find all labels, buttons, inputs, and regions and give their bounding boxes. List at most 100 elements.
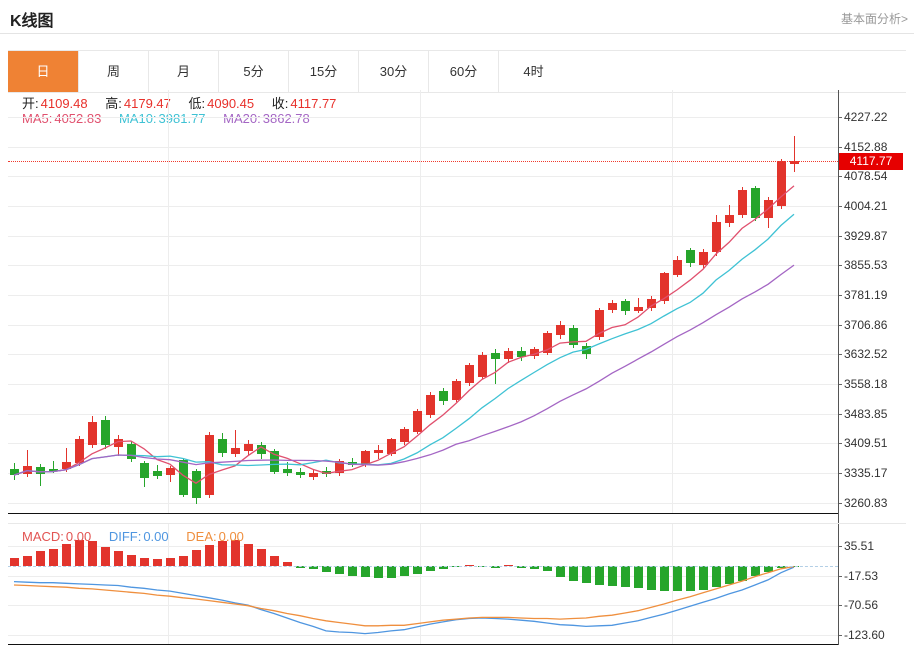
tab-15min[interactable]: 15分 [288, 51, 358, 92]
close-value: 4117.77 [290, 96, 337, 111]
macd-separator [8, 523, 906, 524]
candle-down [296, 471, 305, 476]
macd-bar-down [569, 566, 578, 581]
candle-up [75, 439, 84, 464]
macd-bar-up [62, 543, 71, 566]
macd-bar-down [413, 566, 422, 574]
page-title: K线图 [10, 13, 54, 30]
macd-bar-down [712, 566, 721, 588]
macd-bar-down [387, 566, 396, 578]
candle-up [608, 303, 617, 311]
macd-bar-down [725, 566, 734, 584]
candle-wick [794, 136, 795, 172]
main-vertical-gridline [420, 90, 421, 513]
ohlc-info-row: 开: 4109.48 高: 4179.47 低: 4090.45 收: 4117.77 [22, 93, 350, 112]
candle-up [725, 215, 734, 224]
ma5-value: 4052.83 [54, 111, 102, 126]
main-vertical-gridline [168, 90, 169, 513]
ma20-value: 3862.78 [262, 111, 310, 126]
main-y-axis-label: 3335.17 [844, 466, 888, 481]
candle-up [660, 273, 669, 301]
candle-up [114, 439, 123, 448]
tab-week[interactable]: 周 [78, 51, 148, 92]
macd-bar-down [673, 566, 682, 592]
main-y-axis-label: 4152.88 [844, 139, 888, 154]
macd-bar-up [270, 555, 279, 566]
candle-down [569, 328, 578, 345]
main-y-axis-label: 3632.52 [844, 347, 888, 362]
main-y-axis-label: 3409.51 [844, 436, 888, 451]
macd-bar-down [361, 566, 370, 578]
candle-up [426, 394, 435, 416]
candle-up [452, 381, 461, 401]
macd-y-axis-label: -17.53 [844, 568, 879, 583]
open-value: 4109.48 [40, 96, 88, 111]
macd-y-axis-label: -123.60 [844, 628, 885, 643]
ma10-label: MA10: [118, 111, 157, 126]
macd-bar-up [244, 543, 253, 566]
tab-5min[interactable]: 5分 [218, 51, 288, 92]
period-tabbar: 日周月 5分 15分 30分 60分 4时 [8, 50, 906, 93]
candle-up [361, 451, 370, 465]
candle-down [140, 463, 149, 479]
tab-day[interactable]: 日 [8, 51, 78, 92]
candle-up [465, 364, 474, 384]
macd-info-row: MACD: 0.00 DIFF: 0.00 DEA: 0.00 [22, 529, 258, 544]
candle-down [439, 391, 448, 402]
candle-up [23, 466, 32, 475]
candle-up [387, 439, 396, 455]
macd-bar-up [192, 550, 201, 566]
candle-up [738, 189, 747, 215]
main-gridline [8, 117, 838, 118]
main-gridline [8, 265, 838, 267]
macd-bar-down [660, 566, 669, 591]
candle-down [101, 420, 110, 446]
main-gridline [8, 146, 838, 148]
main-gridline [8, 384, 838, 386]
macd-bottom-axis [8, 644, 838, 645]
dea-label: DEA: [186, 529, 217, 544]
main-y-axis-label: 3855.53 [844, 258, 888, 273]
macd-value: 0.00 [65, 529, 92, 544]
candle-up [673, 259, 682, 275]
candle-up [205, 435, 214, 496]
dea-value: 0.00 [218, 529, 244, 544]
macd-bar-down [751, 566, 760, 577]
candle-down [751, 187, 760, 218]
macd-bar-down [426, 566, 435, 571]
candle-up [166, 468, 175, 476]
candle-down [270, 451, 279, 472]
macd-bar-down [621, 566, 630, 588]
candle-down [36, 467, 45, 474]
candle-up [543, 333, 552, 353]
header-divider [0, 33, 914, 34]
main-gridline [8, 324, 838, 326]
tab-month[interactable]: 月 [148, 51, 218, 92]
low-label: 低: [188, 96, 206, 111]
macd-bar-up [179, 555, 188, 566]
candle-down [192, 471, 201, 499]
macd-bar-up [114, 551, 123, 566]
main-vertical-gridline [672, 90, 673, 513]
fundamental-analysis-link[interactable]: 基本面分析> [841, 10, 908, 27]
tab-4hour[interactable]: 4时 [498, 51, 568, 92]
candle-up [62, 462, 71, 470]
candle-up [699, 252, 708, 266]
candle-up [400, 428, 409, 443]
macd-zero-line [8, 565, 838, 567]
low-value: 4090.45 [207, 96, 255, 111]
candle-up [712, 222, 721, 252]
main-gridline [8, 295, 838, 297]
macd-bar-down [634, 566, 643, 589]
macd-bar-down [348, 566, 357, 576]
tab-30min[interactable]: 30分 [358, 51, 428, 92]
macd-y-axis-label: 35.51 [844, 539, 875, 554]
candle-up [777, 161, 786, 207]
candle-up [335, 461, 344, 474]
main-chart-bottom-axis [8, 513, 838, 514]
candle-up [634, 306, 643, 311]
candle-up [309, 472, 318, 477]
macd-bar-up [101, 546, 110, 566]
tab-60min[interactable]: 60分 [428, 51, 498, 92]
macd-bar-down [556, 566, 565, 578]
